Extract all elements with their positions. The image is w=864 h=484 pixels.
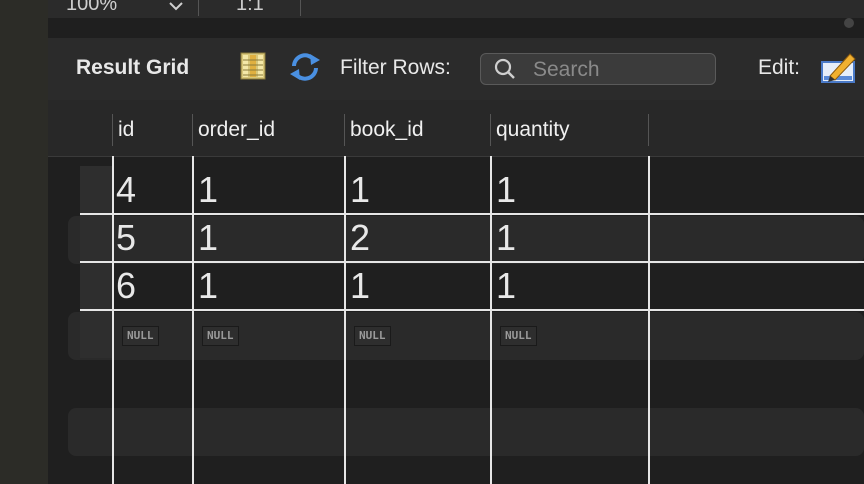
row-stripe (68, 216, 864, 264)
result-grid-label: Result Grid (76, 56, 190, 79)
table-cell[interactable]: 1 (198, 166, 218, 214)
column-header-id[interactable]: id (118, 118, 134, 142)
null-badge[interactable]: NULL (122, 326, 159, 346)
table-cell[interactable]: 2 (350, 214, 370, 262)
result-toolbar: Result Grid Filter Rows: Edit: (48, 38, 864, 100)
column-header-order-id[interactable]: order_id (198, 118, 275, 142)
table-cell[interactable]: 1 (198, 214, 218, 262)
divider (198, 0, 199, 16)
null-badge[interactable]: NULL (500, 326, 537, 346)
null-badge[interactable]: NULL (354, 326, 391, 346)
filter-rows-label: Filter Rows: (340, 56, 451, 79)
column-divider[interactable] (192, 114, 193, 146)
column-gridline (192, 156, 194, 484)
column-divider[interactable] (490, 114, 491, 146)
divider (300, 0, 301, 16)
grid-header: id order_id book_id quantity (48, 100, 864, 157)
column-divider[interactable] (112, 114, 113, 146)
row-stripe (68, 408, 864, 456)
chevron-down-icon[interactable] (166, 0, 186, 16)
columns-icon[interactable] (240, 52, 266, 80)
zoom-strip: 100% 1:1 (48, 0, 864, 18)
table-cell[interactable]: 4 (116, 166, 136, 214)
row-divider (80, 309, 864, 311)
left-sidebar-strip (0, 0, 48, 484)
search-input[interactable] (531, 56, 710, 84)
column-gridline (490, 156, 492, 484)
column-divider[interactable] (344, 114, 345, 146)
result-grid: id order_id book_id quantity 4 1 1 1 5 1… (48, 100, 864, 484)
column-gridline (344, 156, 346, 484)
column-gridline (112, 156, 114, 484)
table-cell[interactable]: 1 (350, 166, 370, 214)
column-gridline (648, 156, 650, 484)
column-header-quantity[interactable]: quantity (496, 118, 570, 142)
row-stripe (68, 312, 864, 360)
table-cell[interactable]: 1 (496, 214, 516, 262)
column-header-book-id[interactable]: book_id (350, 118, 424, 142)
search-icon (494, 58, 515, 79)
row-selector[interactable] (80, 214, 112, 262)
table-cell[interactable]: 6 (116, 262, 136, 310)
null-badge[interactable]: NULL (202, 326, 239, 346)
row-selector[interactable] (80, 262, 112, 310)
aspect-ratio[interactable]: 1:1 (236, 0, 264, 16)
table-cell[interactable]: 1 (350, 262, 370, 310)
column-divider[interactable] (648, 114, 649, 146)
search-box[interactable] (480, 53, 716, 85)
row-selector[interactable] (80, 310, 112, 358)
table-cell[interactable]: 1 (496, 166, 516, 214)
refresh-icon[interactable] (288, 52, 322, 82)
table-cell[interactable]: 1 (496, 262, 516, 310)
table-cell[interactable]: 5 (116, 214, 136, 262)
status-dot (844, 18, 854, 28)
zoom-level[interactable]: 100% (66, 0, 117, 16)
table-cell[interactable]: 1 (198, 262, 218, 310)
main-panel: 100% 1:1 Result Grid Filter Rows: Search… (48, 0, 864, 484)
row-selector[interactable] (80, 166, 112, 214)
edit-icon[interactable] (820, 50, 858, 84)
edit-label: Edit: (758, 56, 801, 79)
